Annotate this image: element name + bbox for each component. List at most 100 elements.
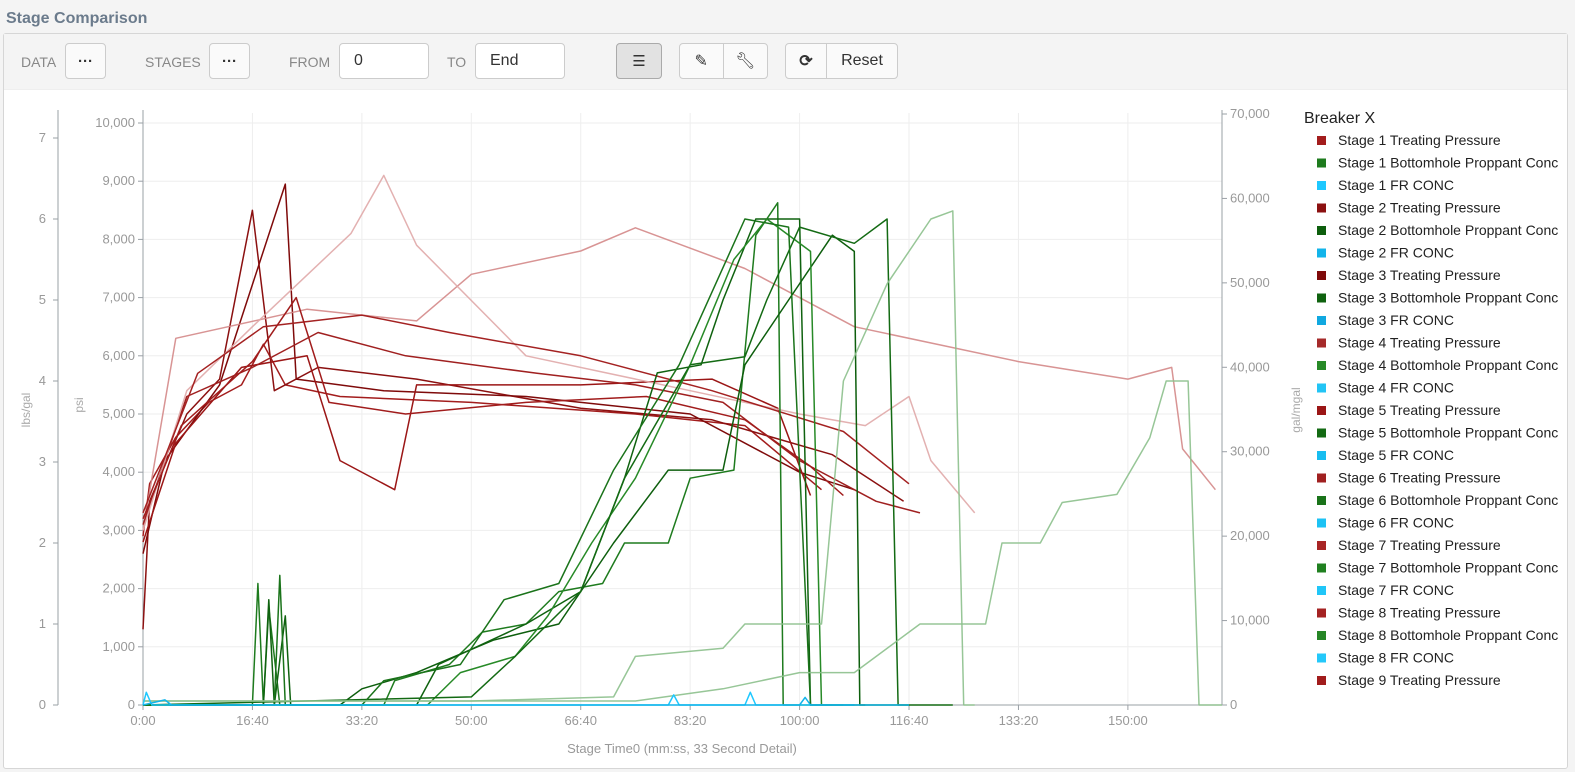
legend-item[interactable]: Stage 3 Treating Pressure [1338, 267, 1501, 283]
x-tick-label: 133:20 [999, 713, 1039, 728]
legend-swatch [1317, 406, 1326, 415]
legend-item[interactable]: Stage 7 FR CONC [1338, 582, 1454, 598]
series-line [142, 209, 905, 630]
lbs-tick-label: 0 [39, 697, 46, 712]
legend-item[interactable]: Stage 6 FR CONC [1338, 515, 1454, 531]
gal-tick-label: 30,000 [1230, 444, 1270, 459]
legend-swatch [1317, 136, 1326, 145]
series-line [143, 202, 833, 706]
legend-item[interactable]: Stage 8 Treating Pressure [1338, 605, 1501, 621]
psi-tick-label: 2,000 [102, 581, 135, 596]
legend-item[interactable]: Stage 5 Treating Pressure [1338, 402, 1501, 418]
legend-swatch [1317, 563, 1326, 573]
lbs-tick-label: 5 [39, 292, 46, 307]
gal-tick-label: 40,000 [1230, 359, 1270, 374]
psi-tick-label: 4,000 [102, 464, 135, 479]
psi-tick-label: 3,000 [102, 522, 135, 537]
legend-swatch [1317, 383, 1326, 393]
stage-comparison-chart: 0 1 2 3 4 5 6 7 0 1,000 2,000 3,000 4,000 5,000 6,000 7… [19, 106, 1558, 756]
legend-swatch [1317, 428, 1326, 438]
gal-axis-title: gal/mgal [1289, 387, 1303, 432]
legend-swatch [1317, 541, 1326, 550]
legend-swatch [1317, 473, 1326, 483]
legend-swatch [1317, 181, 1326, 190]
legend-swatch [1317, 608, 1326, 618]
legend-item[interactable]: Stage 1 Bottomhole Proppant Conc [1338, 155, 1558, 171]
series-line [142, 355, 812, 543]
x-tick-label: 66:40 [564, 713, 597, 728]
series-line [143, 380, 1222, 706]
x-tick-label: 33:20 [346, 713, 379, 728]
legend-title: Breaker X [1304, 110, 1375, 127]
x-axis-title: Stage Time0 (mm:ss, 33 Second Detail) [567, 741, 797, 756]
series-line [143, 218, 866, 706]
psi-tick-label: 0 [128, 697, 135, 712]
psi-tick-label: 5,000 [102, 406, 135, 421]
legend-item[interactable]: Stage 2 Bottomhole Proppant Conc [1338, 222, 1558, 238]
legend-item[interactable]: Stage 3 FR CONC [1338, 312, 1454, 328]
legend-item[interactable]: Stage 6 Bottomhole Proppant Conc [1338, 492, 1558, 508]
legend-item[interactable]: Stage 6 Treating Pressure [1338, 470, 1501, 486]
legend-item[interactable]: Stage 4 Bottomhole Proppant Conc [1338, 357, 1558, 373]
legend-item[interactable]: Stage 7 Treating Pressure [1338, 537, 1501, 553]
x-tick-label: 150:00 [1108, 713, 1148, 728]
legend-item[interactable]: Stage 2 FR CONC [1338, 245, 1454, 261]
legend-swatch [1317, 158, 1326, 168]
x-tick-label: 100:00 [780, 713, 820, 728]
legend-swatch [1317, 451, 1326, 460]
legend-item[interactable]: Stage 5 FR CONC [1338, 447, 1454, 463]
gal-tick-label: 20,000 [1230, 528, 1270, 543]
gal-tick-label: 60,000 [1230, 190, 1270, 205]
psi-tick-label: 9,000 [102, 173, 135, 188]
legend-swatch [1317, 293, 1326, 303]
x-tick-label: 83:20 [674, 713, 707, 728]
legend-item[interactable]: Stage 9 Treating Pressure [1338, 672, 1501, 688]
lbs-tick-label: 3 [39, 454, 46, 469]
legend-item[interactable]: Stage 4 Treating Pressure [1338, 335, 1501, 351]
legend-swatch [1317, 586, 1326, 595]
legend-swatch [1317, 203, 1326, 213]
series-line [142, 227, 1216, 531]
legend-item[interactable]: Stage 5 Bottomhole Proppant Conc [1338, 425, 1558, 441]
lbs-tick-label: 1 [39, 616, 46, 631]
x-tick-label: 50:00 [455, 713, 488, 728]
psi-tick-label: 1,000 [102, 639, 135, 654]
legend-item[interactable]: Stage 7 Bottomhole Proppant Conc [1338, 560, 1558, 576]
lbs-tick-label: 2 [39, 535, 46, 550]
x-tick-label: 116:40 [890, 713, 929, 728]
series-line [142, 343, 822, 537]
legend-swatch [1317, 496, 1326, 505]
lbs-tick-label: 4 [39, 373, 46, 388]
legend-item[interactable]: Stage 1 FR CONC [1338, 177, 1454, 193]
legend-swatch [1317, 248, 1326, 258]
series-line [142, 218, 953, 706]
legend-swatch [1317, 226, 1326, 235]
legend-swatch [1317, 316, 1326, 325]
legend-item[interactable]: Stage 1 Treating Pressure [1338, 132, 1501, 148]
lbs-axis-title: lbs/gal [19, 393, 33, 428]
legend-swatch [1317, 653, 1326, 663]
gal-tick-label: 0 [1230, 697, 1237, 712]
gal-tick-label: 50,000 [1230, 275, 1270, 290]
legend-swatch [1317, 338, 1326, 348]
lbs-tick-label: 7 [39, 130, 46, 145]
legend-swatch [1317, 676, 1326, 685]
legend-swatch [1317, 271, 1326, 280]
psi-tick-label: 10,000 [95, 115, 135, 130]
psi-tick-label: 6,000 [102, 348, 135, 363]
lbs-tick-label: 6 [39, 211, 46, 226]
legend-item[interactable]: Stage 4 FR CONC [1338, 380, 1454, 396]
gal-tick-label: 70,000 [1230, 106, 1270, 121]
x-tick-label: 16:40 [236, 713, 269, 728]
psi-tick-label: 8,000 [102, 231, 135, 246]
psi-tick-label: 7,000 [102, 290, 135, 305]
legend-item[interactable]: Stage 3 Bottomhole Proppant Conc [1338, 290, 1558, 306]
x-tick-label: 0:00 [130, 713, 155, 728]
legend-item[interactable]: Stage 8 FR CONC [1338, 650, 1454, 666]
psi-axis-title: psi [72, 397, 86, 412]
legend-swatch [1317, 631, 1326, 640]
legend-swatch [1317, 518, 1326, 528]
legend-item[interactable]: Stage 8 Bottomhole Proppant Conc [1338, 627, 1558, 643]
legend-item[interactable]: Stage 2 Treating Pressure [1338, 200, 1501, 216]
legend-swatch [1317, 361, 1326, 370]
